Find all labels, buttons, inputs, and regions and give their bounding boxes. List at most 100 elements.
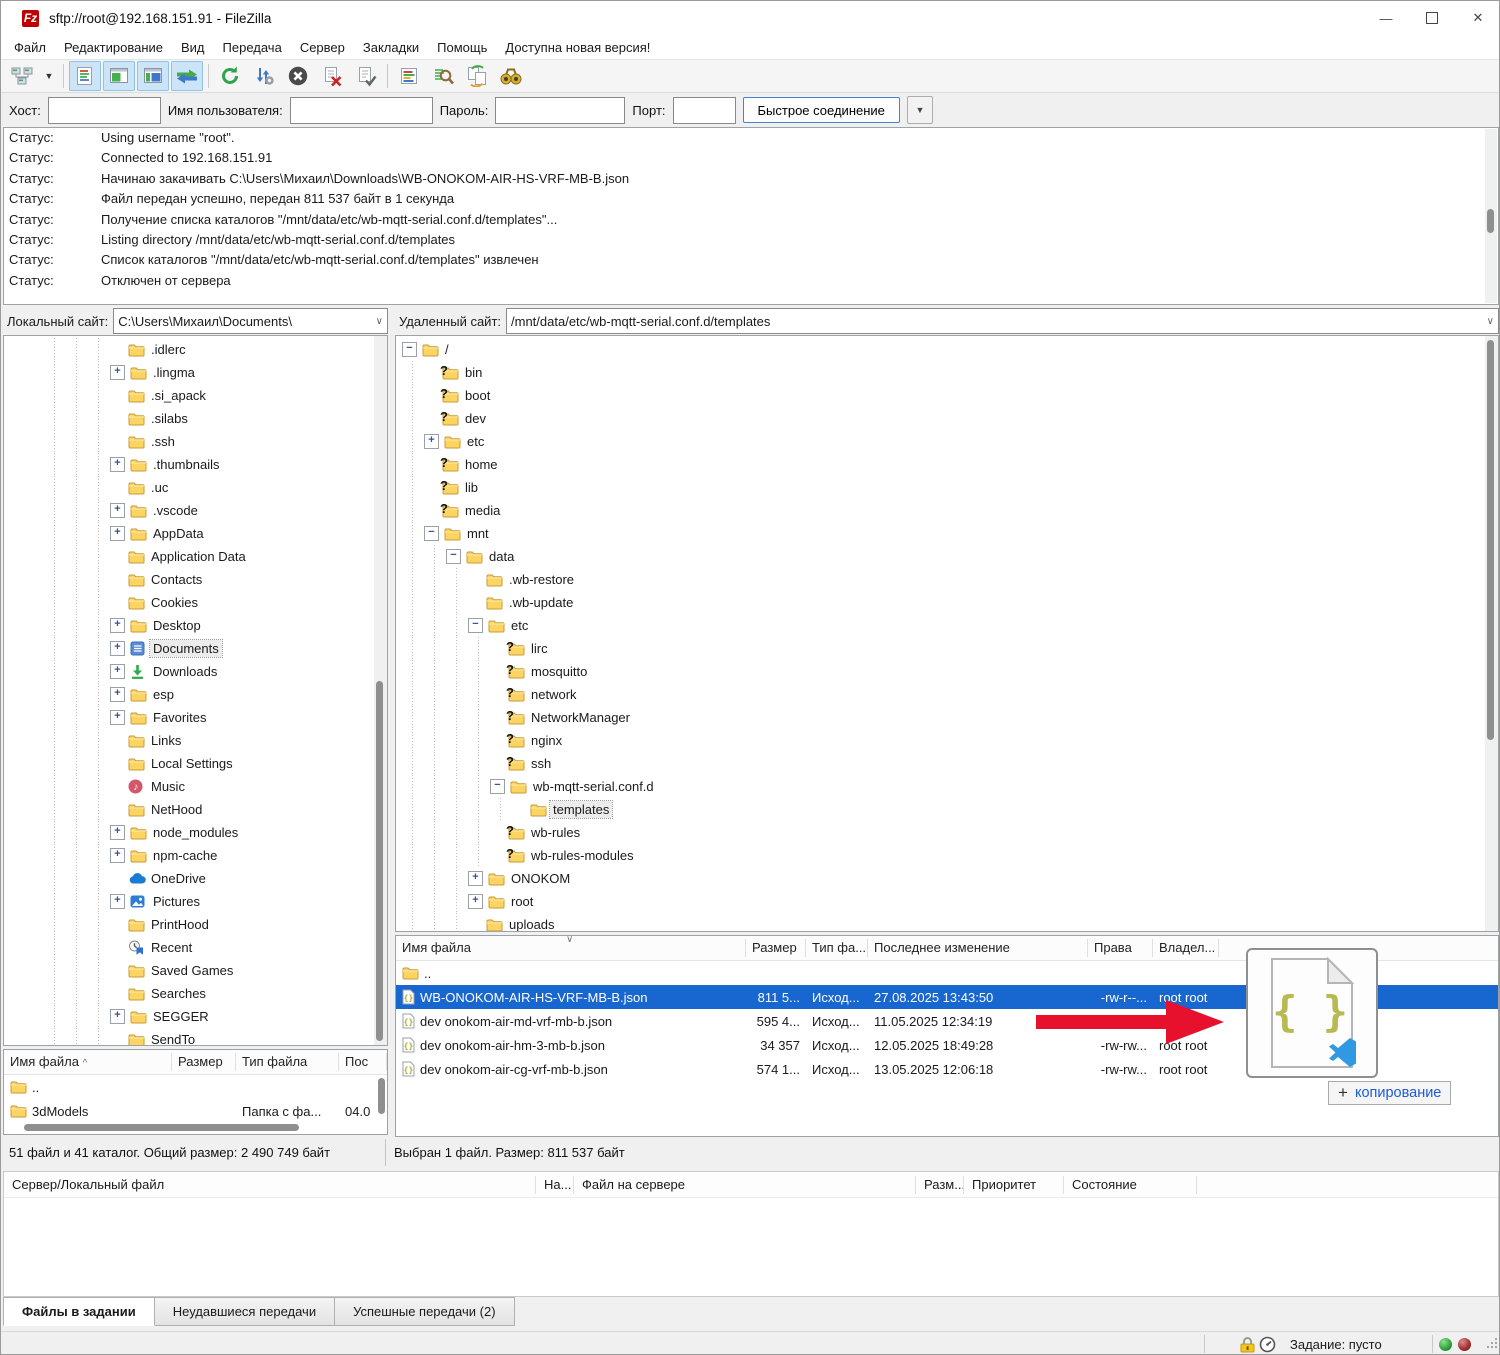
collapse-icon[interactable]: −: [402, 342, 417, 357]
tree-item-desktop[interactable]: +Desktop: [44, 614, 387, 637]
filter-button[interactable]: [393, 61, 425, 91]
tree-item-mosquitto[interactable]: ?mosquitto: [402, 660, 1498, 683]
tab-файлы-в-задании[interactable]: Файлы в задании: [3, 1297, 155, 1326]
queue-column-приоритет[interactable]: Приоритет: [964, 1176, 1064, 1194]
menu-item-передача[interactable]: Передача: [214, 37, 291, 58]
tree-item-networkmanager[interactable]: ?NetworkManager: [402, 706, 1498, 729]
cancel-button[interactable]: [282, 61, 314, 91]
minimize-button[interactable]: —: [1363, 1, 1409, 35]
menu-item-редактирование[interactable]: Редактирование: [55, 37, 172, 58]
sync-browse-button[interactable]: [461, 61, 493, 91]
expand-icon[interactable]: +: [110, 618, 125, 633]
tree-item-media[interactable]: ?media: [402, 499, 1498, 522]
tree-item-segger[interactable]: +SEGGER: [44, 1005, 387, 1028]
tree-item-boot[interactable]: ?boot: [402, 384, 1498, 407]
tree-item-wb-mqtt-serial-conf-d[interactable]: −wb-mqtt-serial.conf.d: [402, 775, 1498, 798]
quickconnect-button[interactable]: Быстрое соединение: [743, 97, 900, 123]
expand-icon[interactable]: +: [110, 687, 125, 702]
expand-icon[interactable]: +: [110, 503, 125, 518]
host-input[interactable]: [48, 97, 161, 124]
column-header-имя-файла[interactable]: Имя файла ^: [4, 1053, 172, 1071]
tree-item-si-apack[interactable]: .si_apack: [44, 384, 387, 407]
expand-icon[interactable]: +: [110, 825, 125, 840]
expand-icon[interactable]: +: [110, 1009, 125, 1024]
expand-icon[interactable]: +: [110, 848, 125, 863]
tree-item-item[interactable]: −/: [402, 338, 1498, 361]
tree-item-downloads[interactable]: +Downloads: [44, 660, 387, 683]
expand-icon[interactable]: +: [110, 365, 125, 380]
expand-icon[interactable]: +: [110, 641, 125, 656]
tree-item-lingma[interactable]: +.lingma: [44, 361, 387, 384]
expand-icon[interactable]: +: [110, 457, 125, 472]
tree-item-thumbnails[interactable]: +.thumbnails: [44, 453, 387, 476]
maximize-button[interactable]: [1409, 1, 1455, 35]
tree-item-wb-restore[interactable]: .wb-restore: [402, 568, 1498, 591]
menu-item-файл[interactable]: Файл: [5, 37, 55, 58]
tree-item-etc[interactable]: −etc: [402, 614, 1498, 637]
speed-limit-icon[interactable]: [1259, 1336, 1276, 1353]
file-row-3dmodels[interactable]: 3dModelsПапка с фа...04.0: [4, 1099, 387, 1123]
file-row-item[interactable]: ..: [4, 1075, 387, 1099]
reconnect-button[interactable]: [350, 61, 382, 91]
expand-icon[interactable]: +: [110, 526, 125, 541]
expand-icon[interactable]: +: [110, 710, 125, 725]
tree-item-cookies[interactable]: Cookies: [44, 591, 387, 614]
tree-item-uploads[interactable]: uploads: [402, 913, 1498, 932]
tree-item-ssh[interactable]: .ssh: [44, 430, 387, 453]
toggle-queue-button[interactable]: [171, 61, 203, 91]
collapse-icon[interactable]: −: [468, 618, 483, 633]
local-tree-scrollbar[interactable]: [374, 336, 387, 1045]
tree-item-contacts[interactable]: Contacts: [44, 568, 387, 591]
tree-item-bin[interactable]: ?bin: [402, 361, 1498, 384]
refresh-button[interactable]: [214, 61, 246, 91]
tree-item-data[interactable]: −data: [402, 545, 1498, 568]
menu-item-доступна-новая-версия[interactable]: Доступна новая версия!: [496, 37, 659, 58]
local-site-combo[interactable]: C:\Users\Михаил\Documents\ ∨: [113, 308, 388, 334]
tree-item-templates[interactable]: templates: [402, 798, 1498, 821]
tree-item-idlerc[interactable]: .idlerc: [44, 338, 387, 361]
tab-успешные-передачи-2[interactable]: Успешные передачи (2): [335, 1297, 514, 1326]
queue-column-состояние[interactable]: Состояние: [1064, 1176, 1197, 1194]
tree-item-ssh[interactable]: ?ssh: [402, 752, 1498, 775]
collapse-icon[interactable]: −: [490, 779, 505, 794]
tree-item-home[interactable]: ?home: [402, 453, 1498, 476]
tree-item-root[interactable]: +root: [402, 890, 1498, 913]
tree-item-silabs[interactable]: .silabs: [44, 407, 387, 430]
tree-item-etc[interactable]: +etc: [402, 430, 1498, 453]
toggle-remote-tree-button[interactable]: [137, 61, 169, 91]
tree-item-node-modules[interactable]: +node_modules: [44, 821, 387, 844]
column-header-права[interactable]: Права: [1088, 939, 1153, 957]
expand-icon[interactable]: +: [468, 871, 483, 886]
tree-item-pictures[interactable]: +Pictures: [44, 890, 387, 913]
toggle-log-button[interactable]: [69, 61, 101, 91]
remote-tree-scrollbar[interactable]: [1485, 336, 1498, 931]
tree-item-favorites[interactable]: +Favorites: [44, 706, 387, 729]
compare-button[interactable]: [427, 61, 459, 91]
port-input[interactable]: [673, 97, 736, 124]
tree-item-appdata[interactable]: +AppData: [44, 522, 387, 545]
column-header-пос[interactable]: Пос: [339, 1053, 387, 1071]
tree-item-npm-cache[interactable]: +npm-cache: [44, 844, 387, 867]
quickconnect-dropdown-button[interactable]: ▼: [907, 96, 933, 124]
menu-item-помощь[interactable]: Помощь: [428, 37, 496, 58]
tree-item-wb-rules[interactable]: ?wb-rules: [402, 821, 1498, 844]
queue-column-на[interactable]: На...: [536, 1176, 574, 1194]
tree-item-saved-games[interactable]: Saved Games: [44, 959, 387, 982]
password-input[interactable]: [495, 97, 625, 124]
site-manager-button[interactable]: [6, 61, 38, 91]
tree-item-nginx[interactable]: ?nginx: [402, 729, 1498, 752]
expand-icon[interactable]: +: [110, 894, 125, 909]
expand-icon[interactable]: +: [424, 434, 439, 449]
collapse-icon[interactable]: −: [446, 549, 461, 564]
disconnect-button[interactable]: [316, 61, 348, 91]
tree-item-onedrive[interactable]: OneDrive: [44, 867, 387, 890]
tree-item-searches[interactable]: Searches: [44, 982, 387, 1005]
tab-неудавшиеся-передачи[interactable]: Неудавшиеся передачи: [155, 1297, 335, 1326]
close-button[interactable]: ✕: [1455, 1, 1500, 35]
collapse-icon[interactable]: −: [424, 526, 439, 541]
tree-item-dev[interactable]: ?dev: [402, 407, 1498, 430]
column-header-владел[interactable]: Владел...: [1153, 939, 1219, 957]
remote-site-combo[interactable]: /mnt/data/etc/wb-mqtt-serial.conf.d/temp…: [506, 308, 1499, 334]
find-files-button[interactable]: [495, 61, 527, 91]
log-scrollbar[interactable]: [1485, 129, 1497, 303]
